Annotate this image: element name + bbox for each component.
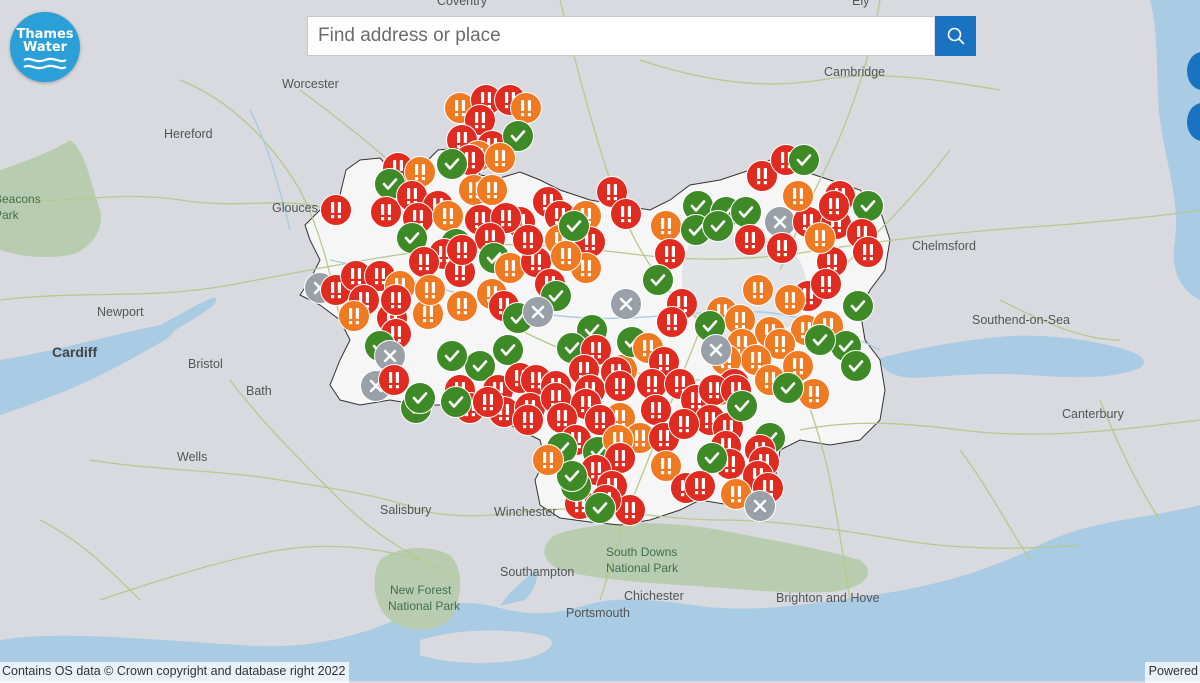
marker-warning[interactable] <box>510 92 542 124</box>
marker-warning[interactable] <box>484 142 516 174</box>
marker-ok[interactable] <box>436 148 468 180</box>
place-label: Wells <box>177 450 207 464</box>
search-icon <box>947 27 965 45</box>
thames-water-logo[interactable]: Thames Water <box>10 12 80 82</box>
map-attribution: Contains OS data © Crown copyright and d… <box>0 662 350 683</box>
marker-alert[interactable] <box>408 246 440 278</box>
marker-ok[interactable] <box>584 492 616 524</box>
place-label: Cardiff <box>52 344 97 360</box>
search-input[interactable] <box>307 16 934 56</box>
place-label: Chichester <box>624 589 684 603</box>
marker-closed[interactable] <box>700 334 732 366</box>
marker-warning[interactable] <box>432 200 464 232</box>
marker-warning[interactable] <box>650 210 682 242</box>
marker-alert[interactable] <box>378 364 410 396</box>
park-label: New Forest <box>390 583 452 597</box>
marker-ok[interactable] <box>696 442 728 474</box>
marker-warning[interactable] <box>446 290 478 322</box>
marker-alert[interactable] <box>320 194 352 226</box>
place-label: Brighton and Hove <box>776 591 880 605</box>
place-label: Worcester <box>282 77 339 91</box>
marker-alert[interactable] <box>380 284 412 316</box>
marker-warning[interactable] <box>532 444 564 476</box>
marker-warning[interactable] <box>414 274 446 306</box>
park-label: South Downs <box>606 545 677 559</box>
marker-ok[interactable] <box>642 264 674 296</box>
marker-ok[interactable] <box>804 324 836 356</box>
place-label: Cambridge <box>824 65 885 79</box>
marker-closed[interactable] <box>522 296 554 328</box>
place-label: Chelmsford <box>912 239 976 253</box>
park-label: National Park <box>388 599 461 613</box>
marker-ok[interactable] <box>840 350 872 382</box>
marker-warning[interactable] <box>742 274 774 306</box>
place-label: Portsmouth <box>566 606 630 620</box>
marker-alert[interactable] <box>818 190 850 222</box>
marker-warning[interactable] <box>804 222 836 254</box>
marker-ok[interactable] <box>842 290 874 322</box>
park-label: Park <box>0 208 20 222</box>
marker-alert[interactable] <box>656 306 688 338</box>
marker-ok[interactable] <box>558 210 590 242</box>
place-label: Coventry <box>437 0 488 8</box>
marker-alert[interactable] <box>734 224 766 256</box>
marker-alert[interactable] <box>810 268 842 300</box>
place-label: Salisbury <box>380 503 432 517</box>
marker-ok[interactable] <box>726 390 758 422</box>
place-label: Canterbury <box>1062 407 1125 421</box>
marker-alert[interactable] <box>640 394 672 426</box>
marker-warning[interactable] <box>774 284 806 316</box>
marker-ok[interactable] <box>730 196 762 228</box>
marker-alert[interactable] <box>684 470 716 502</box>
marker-alert[interactable] <box>668 408 700 440</box>
place-label: Newport <box>97 305 144 319</box>
logo-line-2: Water <box>22 40 68 55</box>
marker-alert[interactable] <box>610 198 642 230</box>
marker-warning[interactable] <box>782 180 814 212</box>
marker-alert[interactable] <box>370 196 402 228</box>
marker-ok[interactable] <box>492 334 524 366</box>
place-label: Southend-on-Sea <box>972 313 1070 327</box>
park-label: National Park <box>606 561 679 575</box>
powered-by-link[interactable]: Powered <box>1144 662 1200 683</box>
marker-alert[interactable] <box>766 232 798 264</box>
marker-alert[interactable] <box>512 224 544 256</box>
marker-ok[interactable] <box>436 340 468 372</box>
water-waves-icon <box>23 57 67 70</box>
marker-alert[interactable] <box>512 404 544 436</box>
marker-ok[interactable] <box>788 144 820 176</box>
marker-ok[interactable] <box>440 386 472 418</box>
place-label: Glouces <box>272 201 318 215</box>
place-label: Hereford <box>164 127 213 141</box>
search-button[interactable] <box>935 16 976 56</box>
marker-alert[interactable] <box>472 386 504 418</box>
place-label: Ely <box>852 0 870 8</box>
place-label: Southampton <box>500 565 574 579</box>
marker-ok[interactable] <box>702 210 734 242</box>
marker-ok[interactable] <box>852 190 884 222</box>
park-label: Beacons <box>0 192 41 206</box>
marker-closed[interactable] <box>744 490 776 522</box>
marker-alert[interactable] <box>852 236 884 268</box>
marker-alert[interactable] <box>604 370 636 402</box>
place-label: Bristol <box>188 357 223 371</box>
marker-warning[interactable] <box>550 240 582 272</box>
marker-warning[interactable] <box>338 300 370 332</box>
map-canvas[interactable]: Coventry Ely Worcester Cambridge Hereford Glo… <box>0 0 1200 681</box>
place-label: Bath <box>246 384 272 398</box>
marker-closed[interactable] <box>610 288 642 320</box>
marker-warning[interactable] <box>476 174 508 206</box>
marker-ok[interactable] <box>772 372 804 404</box>
marker-ok[interactable] <box>404 382 436 414</box>
place-label: Winchester <box>494 505 557 519</box>
search-bar <box>307 16 976 56</box>
marker-alert[interactable] <box>446 234 478 266</box>
